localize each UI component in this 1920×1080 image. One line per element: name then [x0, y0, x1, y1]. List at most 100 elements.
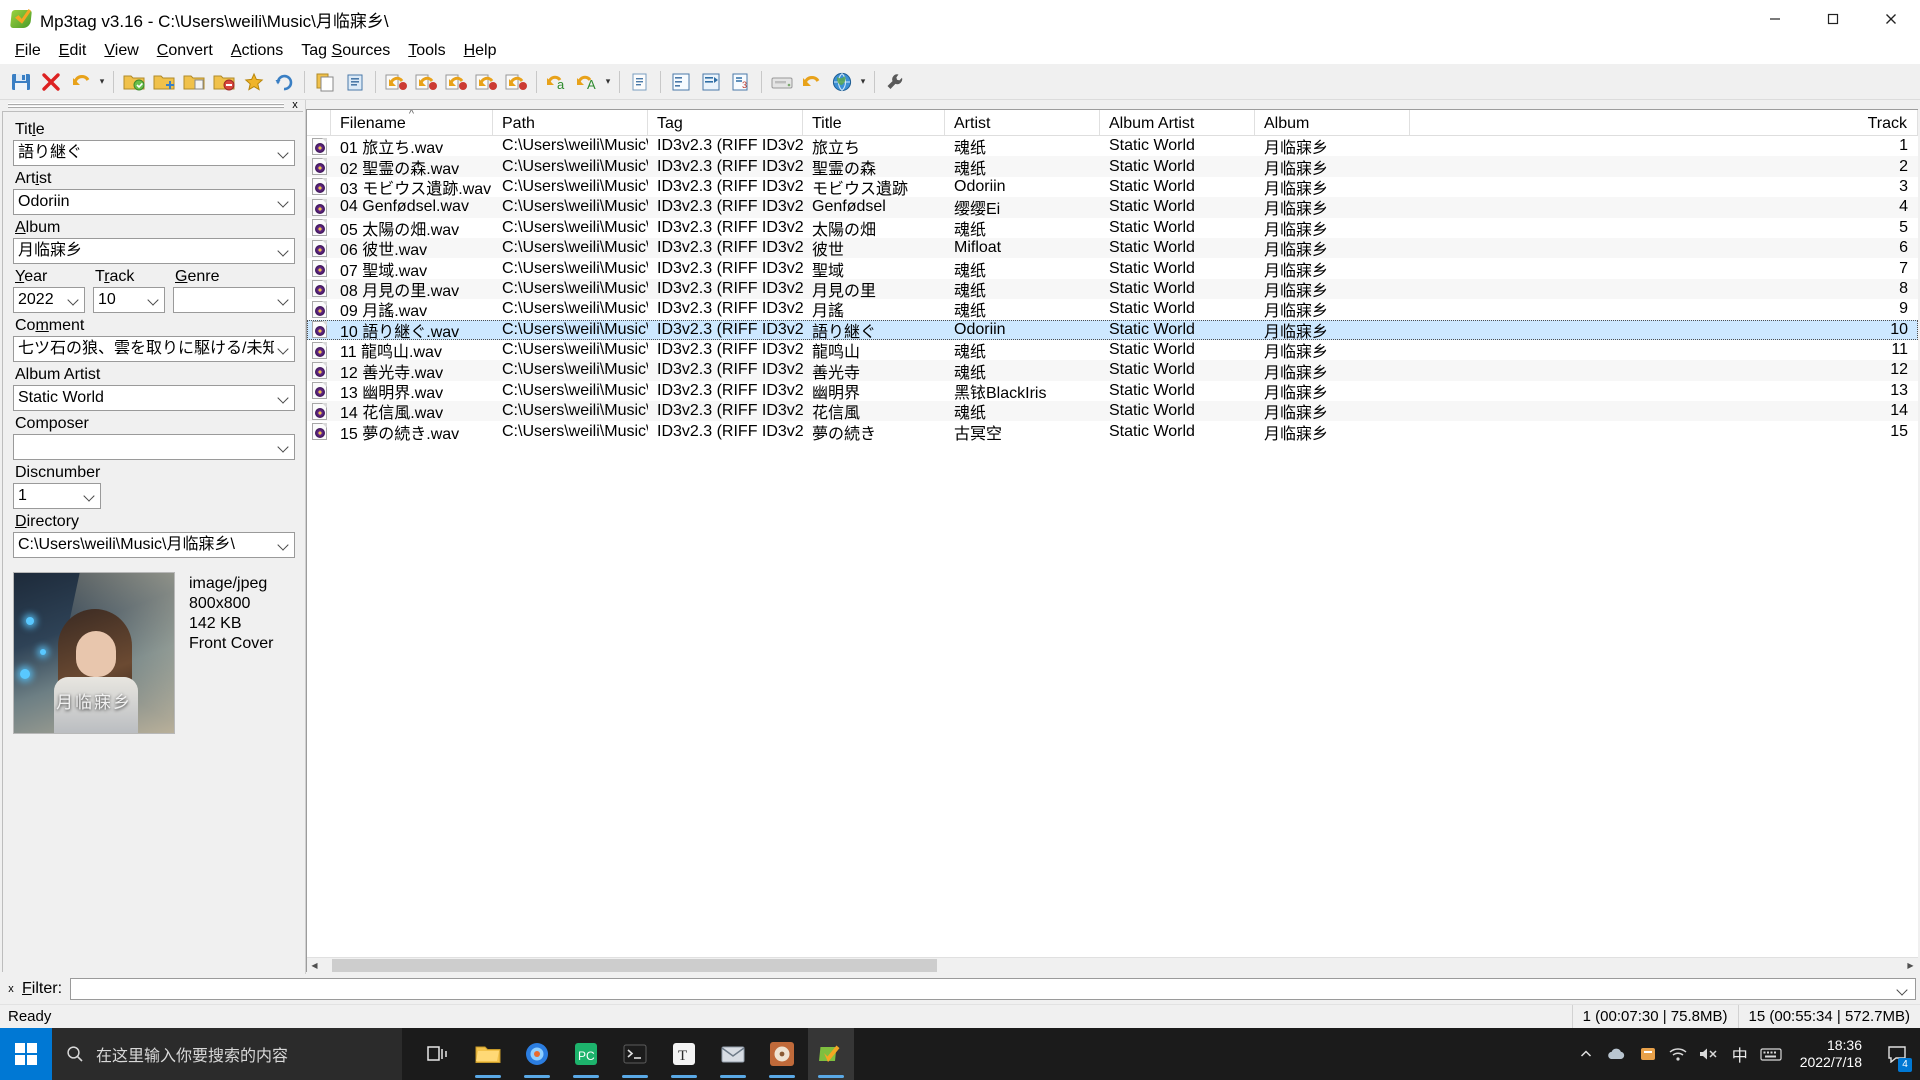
- table-row[interactable]: 10 語り継ぐ.wav C:\Users\weili\Music\... ID3v2…: [307, 319, 1918, 340]
- taskbar-media-player[interactable]: [759, 1028, 805, 1080]
- taskbar-search-box[interactable]: 在这里输入你要搜索的内容: [52, 1028, 402, 1080]
- tray-keyboard-icon[interactable]: [1760, 1028, 1782, 1080]
- actions-dropdown[interactable]: ▾: [602, 68, 614, 96]
- table-row[interactable]: 07 聖域.wav C:\Users\weili\Music\... ID3v2.3…: [307, 258, 1918, 279]
- cover-art-image[interactable]: 月临寐乡: [13, 572, 175, 734]
- table-row[interactable]: 12 善光寺.wav C:\Users\weili\Music\... ID3v2.…: [307, 360, 1918, 381]
- menu-help[interactable]: Help: [455, 40, 506, 62]
- table-row[interactable]: 04 Genfødsel.wav C:\Users\weili\Music\...…: [307, 197, 1918, 218]
- maximize-button[interactable]: [1804, 0, 1862, 38]
- task-view-button[interactable]: [416, 1028, 462, 1080]
- directory-input[interactable]: C:\Users\weili\Music\月临寐乡\: [13, 532, 295, 558]
- title-input[interactable]: 語り継ぐ: [13, 140, 295, 166]
- genre-input[interactable]: [173, 287, 295, 313]
- close-button[interactable]: [1862, 0, 1920, 38]
- notification-center-button[interactable]: 4: [1880, 1028, 1914, 1080]
- discnumber-input[interactable]: 1: [13, 483, 101, 509]
- copy-button[interactable]: [311, 68, 339, 96]
- taskbar-mail[interactable]: [710, 1028, 756, 1080]
- web-sources-button[interactable]: [828, 68, 856, 96]
- cd-drive-button[interactable]: [768, 68, 796, 96]
- menu-tools[interactable]: Tools: [399, 40, 454, 62]
- tray-onedrive-icon[interactable]: [1606, 1028, 1628, 1080]
- web-sources-dropdown[interactable]: ▾: [857, 68, 869, 96]
- menu-file[interactable]: FFileile: [6, 40, 50, 62]
- add-directory-button[interactable]: [150, 68, 178, 96]
- taskbar-pycharm[interactable]: PC: [563, 1028, 609, 1080]
- options-button[interactable]: [881, 68, 909, 96]
- table-row[interactable]: 08 月見の里.wav C:\Users\weili\Music\... ID3v2…: [307, 278, 1918, 300]
- undo-button[interactable]: [67, 68, 95, 96]
- table-row[interactable]: 14 花信風.wav C:\Users\weili\Music\... ID3v2.…: [307, 401, 1918, 422]
- add-files-button[interactable]: [180, 68, 208, 96]
- paste-button[interactable]: [341, 68, 369, 96]
- minimize-button[interactable]: [1746, 0, 1804, 38]
- composer-input[interactable]: [13, 434, 295, 460]
- text-file-tag-button[interactable]: [502, 68, 530, 96]
- comment-input[interactable]: 七ツ石の狼、雲を取りに駆ける/未知の花 魅知の: [13, 336, 295, 362]
- taskbar-file-explorer[interactable]: [465, 1028, 511, 1080]
- tray-network-icon[interactable]: [1668, 1028, 1688, 1080]
- album-input[interactable]: 月临寐乡: [13, 238, 295, 264]
- remove-tag-button[interactable]: 3: [727, 68, 755, 96]
- scroll-left-icon[interactable]: ◀: [307, 958, 322, 973]
- table-row[interactable]: 06 彼世.wav C:\Users\weili\Music\... ID3v2.3…: [307, 237, 1918, 259]
- change-directory-button[interactable]: [120, 68, 148, 96]
- undo-dropdown[interactable]: ▾: [96, 68, 108, 96]
- year-input[interactable]: 2022: [13, 287, 85, 313]
- table-row[interactable]: 15 夢の続き.wav C:\Users\weili\Music\... ID3v2…: [307, 421, 1918, 442]
- tag-to-filename-button[interactable]: [382, 68, 410, 96]
- column-header-filename[interactable]: ^ Filename: [331, 110, 493, 135]
- tray-overflow-button[interactable]: [1576, 1028, 1596, 1080]
- tray-volume-icon[interactable]: [1698, 1028, 1720, 1080]
- tag-panel-close-button[interactable]: x: [288, 100, 302, 111]
- filter-close-button[interactable]: x: [4, 983, 18, 995]
- scroll-right-icon[interactable]: ▶: [1903, 958, 1918, 973]
- replace-button[interactable]: A: [573, 68, 601, 96]
- case-conversion-button[interactable]: a: [543, 68, 571, 96]
- column-header-album-artist[interactable]: Album Artist: [1100, 110, 1255, 135]
- filter-input[interactable]: [70, 978, 1916, 1000]
- table-row[interactable]: 05 太陽の畑.wav C:\Users\weili\Music\... ID3v2…: [307, 218, 1918, 238]
- menu-tag-sources[interactable]: Tag Sources: [292, 40, 399, 62]
- column-header-track[interactable]: Track: [1410, 110, 1918, 135]
- tag-to-tag-button[interactable]: [472, 68, 500, 96]
- taskbar-terminal[interactable]: [612, 1028, 658, 1080]
- refresh-button[interactable]: [270, 68, 298, 96]
- tray-ime-indicator[interactable]: 中: [1730, 1028, 1750, 1080]
- taskbar-clock[interactable]: 18:36 2022/7/18: [1792, 1028, 1870, 1080]
- taskbar-typora[interactable]: T: [661, 1028, 707, 1080]
- menu-view[interactable]: View: [95, 40, 147, 62]
- discogs-button[interactable]: [798, 68, 826, 96]
- table-row[interactable]: 03 モビウス遺跡.wav C:\Users\weili\Music\... ID3…: [307, 177, 1918, 197]
- scrollbar-thumb[interactable]: [332, 958, 937, 972]
- column-header-tag[interactable]: Tag: [648, 110, 803, 135]
- column-header-album[interactable]: Album: [1255, 110, 1410, 135]
- favorites-button[interactable]: [240, 68, 268, 96]
- tray-app-icon[interactable]: [1638, 1028, 1658, 1080]
- column-header-artist[interactable]: Artist: [945, 110, 1100, 135]
- tag-panel-grip[interactable]: x: [0, 100, 305, 111]
- menu-edit[interactable]: Edit: [50, 40, 96, 62]
- remove-files-button[interactable]: [210, 68, 238, 96]
- track-input[interactable]: 10: [93, 287, 165, 313]
- file-list-horizontal-scrollbar[interactable]: ◀ ▶: [307, 957, 1918, 973]
- column-header-title[interactable]: Title: [803, 110, 945, 135]
- menu-convert[interactable]: Convert: [148, 40, 222, 62]
- album-artist-input[interactable]: Static World: [13, 385, 295, 411]
- table-row[interactable]: 01 旅立ち.wav C:\Users\weili\Music\... ID3v2.…: [307, 136, 1918, 156]
- tag-panel-button[interactable]: [667, 68, 695, 96]
- table-row[interactable]: 13 幽明界.wav C:\Users\weili\Music\... ID3v2.…: [307, 381, 1918, 401]
- menu-actions[interactable]: Actions: [222, 40, 292, 62]
- table-row[interactable]: 09 月謠.wav C:\Users\weili\Music\... ID3v2.3…: [307, 299, 1918, 320]
- extended-tags-button[interactable]: [697, 68, 725, 96]
- table-row[interactable]: 02 聖霊の森.wav C:\Users\weili\Music\... ID3v2…: [307, 156, 1918, 177]
- scrollbar-track[interactable]: [322, 957, 1903, 973]
- taskbar-firefox[interactable]: [514, 1028, 560, 1080]
- taskbar-mp3tag[interactable]: [808, 1028, 854, 1080]
- file-list-body[interactable]: 01 旅立ち.wav C:\Users\weili\Music\... ID3v2.…: [307, 136, 1918, 957]
- new-playlist-button[interactable]: [626, 68, 654, 96]
- start-button[interactable]: [0, 1028, 52, 1080]
- undo-all-button[interactable]: [37, 68, 65, 96]
- save-button[interactable]: [7, 68, 35, 96]
